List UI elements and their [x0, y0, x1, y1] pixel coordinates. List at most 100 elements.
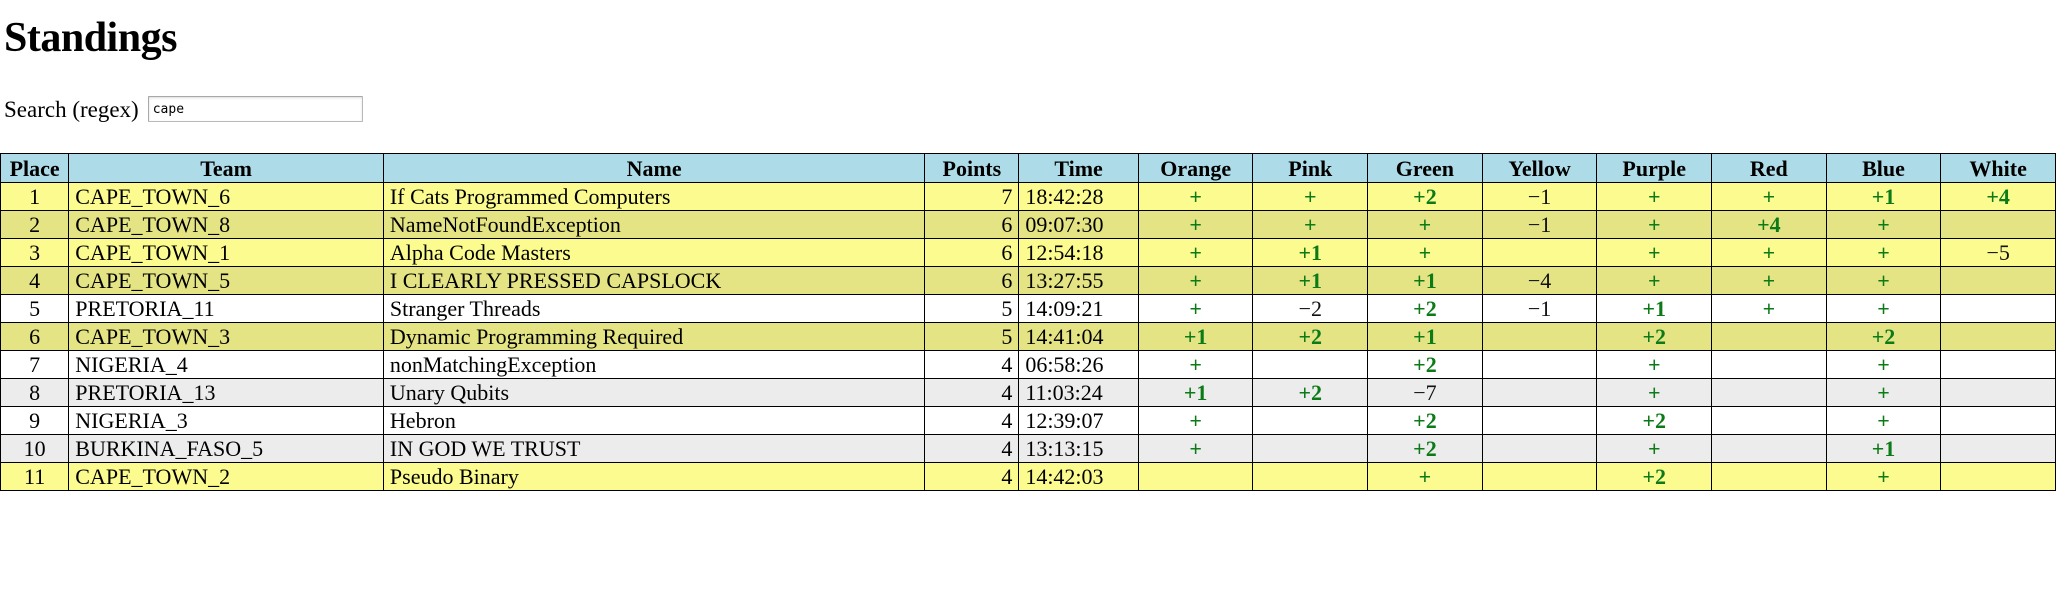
- cell-score-blue: +: [1825, 210, 1942, 240]
- cell-score-yellow: −1: [1481, 210, 1598, 240]
- cell-score-yellow: −1: [1481, 182, 1598, 212]
- cell-score-pink: [1252, 434, 1369, 464]
- cell-score-orange: +: [1137, 294, 1254, 324]
- cell-score-yellow: [1481, 462, 1598, 492]
- table-row: 3 CAPE_TOWN_1 Alpha Code Masters 6 12:54:18 +…: [0, 238, 2056, 268]
- cell-score-yellow: [1481, 322, 1598, 352]
- cell-score-green: +2: [1367, 434, 1483, 464]
- column-header-purple[interactable]: Purple: [1596, 153, 1713, 184]
- table-row: 8 PRETORIA_13 Unary Qubits 4 11:03:24 +1 +2 −7 +…: [0, 378, 2056, 408]
- table-row: 11 CAPE_TOWN_2 Pseudo Binary 4 14:42:03 + +2 +: [0, 462, 2056, 492]
- cell-name: Pseudo Binary: [382, 462, 926, 492]
- cell-score-orange: +: [1137, 210, 1254, 240]
- standings-page: Standings Search (regex) PlaceTeamNamePo…: [0, 15, 2056, 492]
- cell-score-blue: +: [1825, 294, 1942, 324]
- column-header-yellow[interactable]: Yellow: [1481, 153, 1598, 184]
- cell-score-pink: +: [1252, 210, 1369, 240]
- search-input[interactable]: [147, 96, 363, 123]
- table-row: 4 CAPE_TOWN_5 I CLEARLY PRESSED CAPSLOCK 6 1…: [0, 266, 2056, 296]
- cell-score-white: +4: [1940, 182, 2056, 212]
- cell-score-pink: [1252, 406, 1369, 436]
- cell-team: CAPE_TOWN_5: [68, 266, 384, 296]
- cell-time: 12:54:18: [1018, 238, 1139, 268]
- cell-points: 5: [924, 322, 1020, 352]
- cell-score-orange: +: [1137, 350, 1254, 380]
- cell-name: Hebron: [382, 406, 926, 436]
- column-header-points[interactable]: Points: [924, 153, 1020, 184]
- cell-score-blue: +1: [1825, 434, 1942, 464]
- cell-score-white: [1940, 406, 2056, 436]
- cell-score-white: [1940, 378, 2056, 408]
- cell-score-blue: +1: [1825, 182, 1942, 212]
- column-header-team[interactable]: Team: [68, 153, 384, 184]
- cell-score-pink: −2: [1252, 294, 1369, 324]
- cell-name: I CLEARLY PRESSED CAPSLOCK: [382, 266, 926, 296]
- cell-team: CAPE_TOWN_8: [68, 210, 384, 240]
- cell-score-pink: [1252, 462, 1369, 492]
- cell-score-green: +2: [1367, 406, 1483, 436]
- column-header-pink[interactable]: Pink: [1252, 153, 1369, 184]
- cell-points: 7: [924, 182, 1020, 212]
- cell-score-orange: +: [1137, 238, 1254, 268]
- cell-time: 13:27:55: [1018, 266, 1139, 296]
- column-header-time[interactable]: Time: [1018, 153, 1139, 184]
- cell-score-white: [1940, 350, 2056, 380]
- cell-score-white: [1940, 266, 2056, 296]
- cell-score-purple: +: [1596, 238, 1713, 268]
- cell-score-red: +: [1711, 182, 1827, 212]
- cell-score-orange: +: [1137, 434, 1254, 464]
- cell-score-orange: +: [1137, 406, 1254, 436]
- cell-team: CAPE_TOWN_2: [68, 462, 384, 492]
- cell-place: 2: [0, 210, 70, 240]
- cell-score-green: +2: [1367, 350, 1483, 380]
- column-header-red[interactable]: Red: [1711, 153, 1827, 184]
- cell-time: 14:09:21: [1018, 294, 1139, 324]
- cell-score-orange: +1: [1137, 378, 1254, 408]
- column-header-blue[interactable]: Blue: [1825, 153, 1942, 184]
- cell-place: 11: [0, 462, 70, 492]
- cell-team: PRETORIA_13: [68, 378, 384, 408]
- standings-table: Place Team Name Points Time Orange Pink Green Ye…: [0, 153, 2056, 492]
- column-header-place[interactable]: Place: [0, 153, 70, 184]
- cell-score-green: −7: [1367, 378, 1483, 408]
- page-title: Standings: [4, 15, 177, 61]
- cell-time: 18:42:28: [1018, 182, 1139, 212]
- cell-place: 8: [0, 378, 70, 408]
- column-header-name[interactable]: Name: [382, 153, 926, 184]
- cell-score-orange: [1137, 462, 1254, 492]
- cell-points: 6: [924, 210, 1020, 240]
- cell-score-yellow: [1481, 238, 1598, 268]
- cell-place: 7: [0, 350, 70, 380]
- cell-points: 4: [924, 378, 1020, 408]
- cell-points: 6: [924, 266, 1020, 296]
- cell-score-green: +1: [1367, 322, 1483, 352]
- cell-score-purple: +: [1596, 210, 1713, 240]
- cell-place: 1: [0, 182, 70, 212]
- cell-score-green: +2: [1367, 182, 1483, 212]
- cell-score-purple: +: [1596, 266, 1713, 296]
- cell-score-red: [1711, 322, 1827, 352]
- cell-score-orange: +1: [1137, 322, 1254, 352]
- cell-score-red: +: [1711, 238, 1827, 268]
- header-row: Place Team Name Points Time Orange Pink Green Ye…: [0, 153, 2056, 184]
- column-header-orange[interactable]: Orange: [1137, 153, 1254, 184]
- cell-score-red: [1711, 350, 1827, 380]
- cell-points: 4: [924, 350, 1020, 380]
- cell-score-blue: +: [1825, 406, 1942, 436]
- cell-place: 9: [0, 406, 70, 436]
- cell-points: 4: [924, 462, 1020, 492]
- cell-score-pink: +1: [1252, 266, 1369, 296]
- column-header-white[interactable]: White: [1940, 153, 2056, 184]
- table-row: 2 CAPE_TOWN_8 NameNotFoundException 6 09:07:…: [0, 210, 2056, 240]
- cell-time: 14:41:04: [1018, 322, 1139, 352]
- cell-score-white: [1940, 210, 2056, 240]
- cell-score-red: [1711, 378, 1827, 408]
- cell-score-green: +: [1367, 238, 1483, 268]
- cell-score-white: −5: [1940, 238, 2056, 268]
- cell-name: Alpha Code Masters: [382, 238, 926, 268]
- cell-team: NIGERIA_3: [68, 406, 384, 436]
- column-header-green[interactable]: Green: [1367, 153, 1483, 184]
- cell-team: PRETORIA_11: [68, 294, 384, 324]
- cell-team: CAPE_TOWN_3: [68, 322, 384, 352]
- cell-score-red: [1711, 406, 1827, 436]
